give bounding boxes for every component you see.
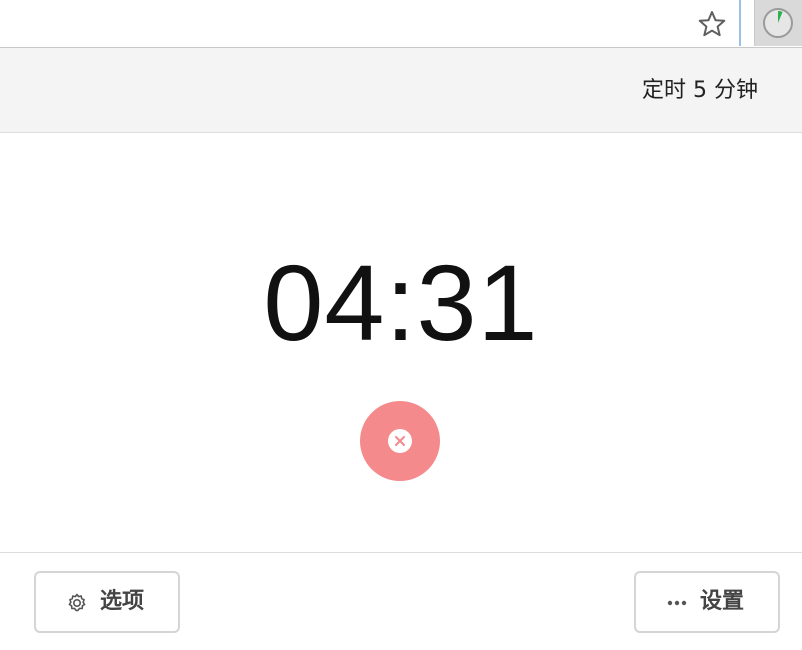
options-label: 选项: [100, 589, 145, 614]
footer-divider: [0, 552, 802, 553]
close-icon: [388, 429, 412, 453]
timer-popup: 定时 5 分钟 04:31 选项 设置: [0, 47, 802, 650]
options-button[interactable]: 选项: [34, 571, 180, 633]
cancel-timer-button[interactable]: [360, 401, 440, 481]
settings-label: 设置: [700, 589, 745, 614]
popup-header: 定时 5 分钟: [0, 48, 802, 133]
star-icon[interactable]: [697, 9, 727, 39]
toolbar-divider: [739, 0, 741, 46]
browser-toolbar: [0, 0, 802, 48]
more-dots-icon: [667, 600, 687, 606]
timer-duration-title: 定时 5 分钟: [642, 78, 758, 103]
countdown-display: 04:31: [263, 242, 539, 363]
timer-extension-button[interactable]: [754, 0, 802, 46]
timer-clock-icon: [763, 8, 793, 38]
settings-button[interactable]: 设置: [634, 571, 780, 633]
gear-icon: [68, 593, 86, 612]
